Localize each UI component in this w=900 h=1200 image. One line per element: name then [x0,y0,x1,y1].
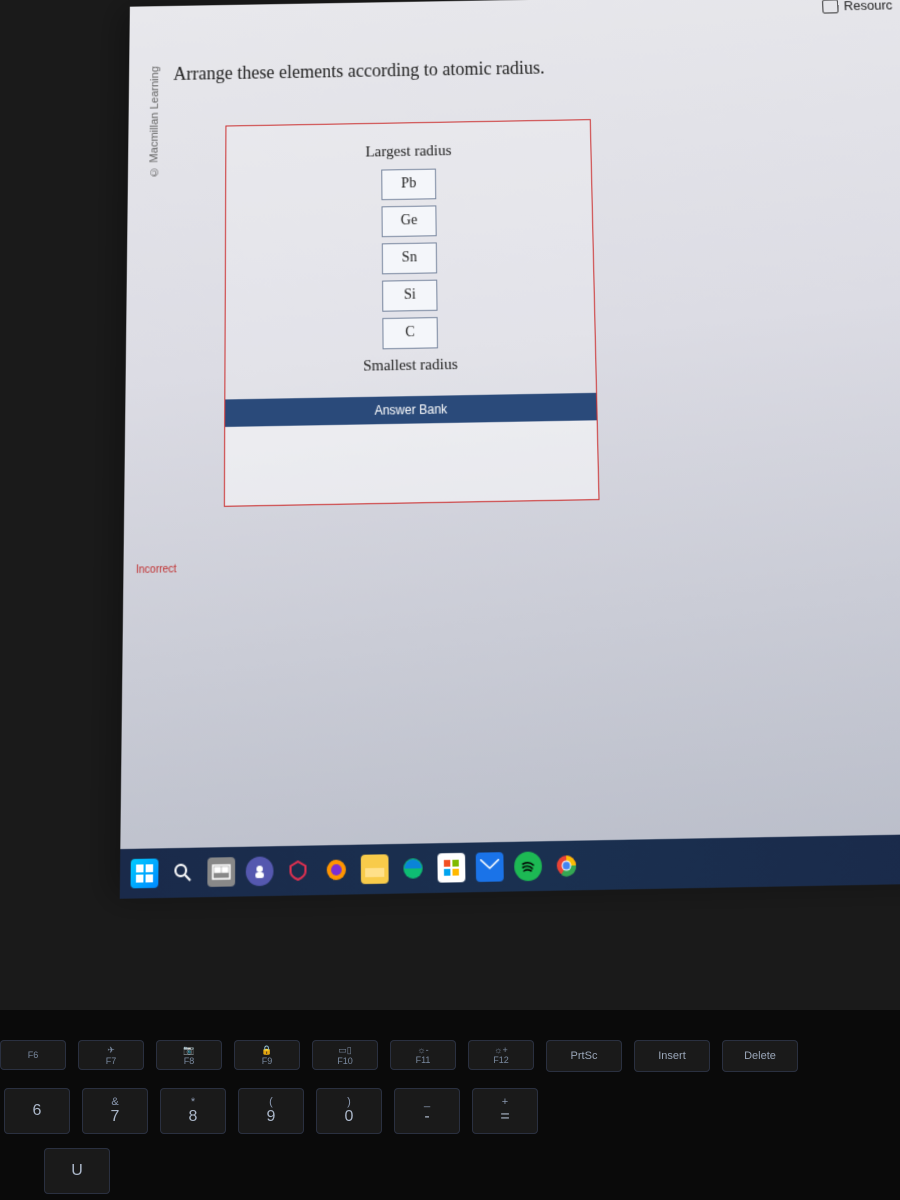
keyboard: F6 ✈F7 📷F8 🔒F9 ▭▯F10 ☼-F11 ☼+F12 PrtSc I… [0,1010,900,1200]
smallest-label: Smallest radius [236,354,586,378]
firefox-icon[interactable] [322,855,350,885]
file-explorer-icon[interactable] [361,854,389,884]
ranking-slot[interactable]: Si [382,280,437,312]
key-equals: += [472,1088,538,1134]
search-icon[interactable] [169,858,197,888]
key-u: U [44,1148,110,1194]
windows-taskbar[interactable] [120,834,900,899]
teams-icon[interactable] [246,856,274,886]
key-f9: 🔒F9 [234,1040,300,1070]
key-delete: Delete [722,1040,798,1072]
number-key-row: 6 &7 *8 (9 )0 _- += [4,1088,538,1134]
incorrect-status: Incorrect [136,564,177,577]
copyright-label: © Macmillan Learning [148,66,161,178]
key-f6: F6 [0,1040,66,1070]
key-f8: 📷F8 [156,1040,222,1070]
task-view-icon[interactable] [207,857,235,887]
key-9: (9 [238,1088,304,1134]
ranking-drop-area[interactable]: Largest radius Pb Ge Sn Si C Smallest ra… [225,120,596,399]
key-7: &7 [82,1088,148,1134]
ranking-container: Largest radius Pb Ge Sn Si C Smallest ra… [224,119,600,507]
mail-icon[interactable] [476,852,504,882]
ranking-slot[interactable]: Sn [382,242,437,274]
key-f11: ☼-F11 [390,1040,456,1070]
store-icon[interactable] [437,853,465,883]
key-f12: ☼+F12 [468,1040,534,1070]
spotify-icon[interactable] [514,851,542,881]
chrome-icon[interactable] [552,851,580,881]
answer-bank-body[interactable] [225,420,599,505]
antivirus-icon[interactable] [284,856,312,886]
key-6: 6 [4,1088,70,1134]
ranking-slot[interactable]: Pb [381,169,436,201]
ranking-slots: Pb Ge Sn Si C [236,166,585,352]
key-8: *8 [160,1088,226,1134]
key-minus: _- [394,1088,460,1134]
start-icon[interactable] [131,859,159,889]
letter-key-row: U [44,1148,110,1194]
resources-icon[interactable] [822,0,839,13]
key-prtsc: PrtSc [546,1040,622,1072]
key-0: )0 [316,1088,382,1134]
question-text: Arrange these elements according to atom… [173,57,545,85]
resources-label[interactable]: Resourc [844,0,893,13]
top-right-toolbar: Resourc [822,0,893,14]
key-f10: ▭▯F10 [312,1040,378,1070]
ranking-slot[interactable]: Ge [382,205,437,237]
key-f7: ✈F7 [78,1040,144,1070]
ranking-slot[interactable]: C [382,317,438,349]
key-insert: Insert [634,1040,710,1072]
largest-label: Largest radius [236,141,580,164]
edge-icon[interactable] [399,854,427,884]
function-key-row: F6 ✈F7 📷F8 🔒F9 ▭▯F10 ☼-F11 ☼+F12 PrtSc I… [0,1040,798,1072]
screen-area: Resourc © Macmillan Learning Arrange the… [120,0,900,899]
